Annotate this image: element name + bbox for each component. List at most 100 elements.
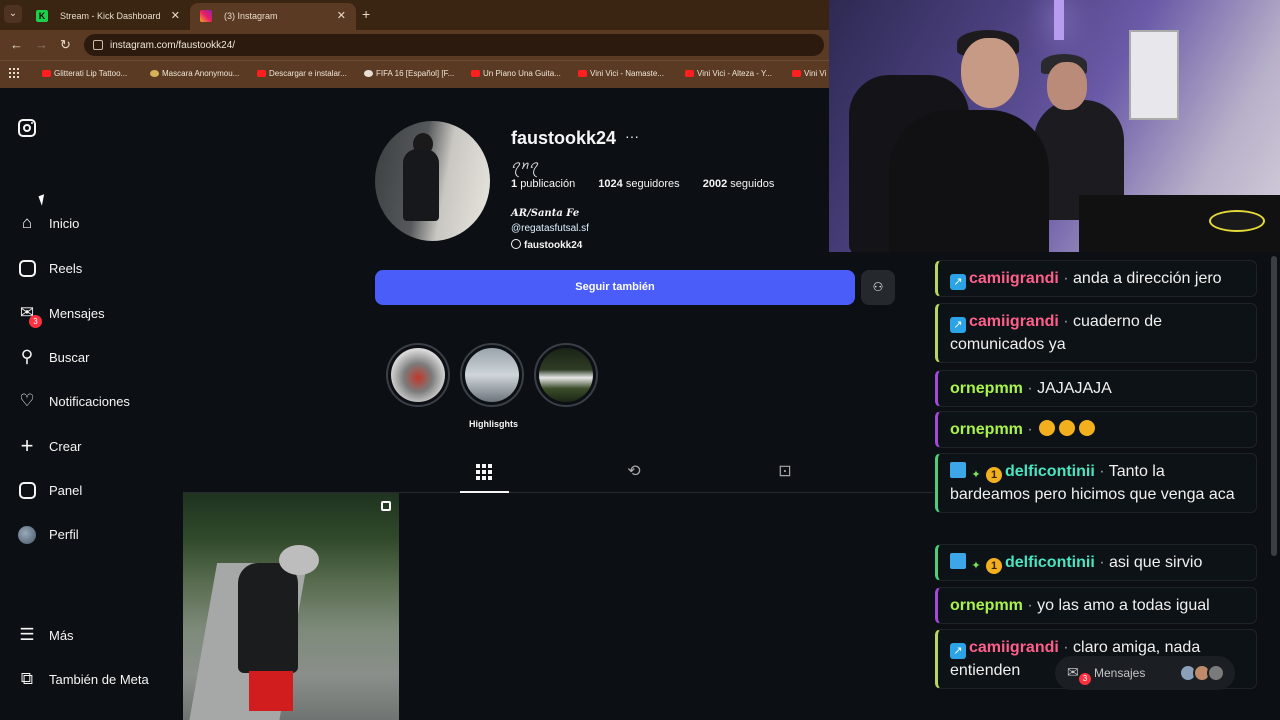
sidebar-item-label: Inicio bbox=[49, 216, 80, 231]
chat-overlay: ↗ camiigrandi · anda a dirección jero ↗ ca… bbox=[935, 257, 1265, 697]
add-person-icon: ⚇ bbox=[872, 280, 884, 294]
tab-reposts[interactable]: ⟲ bbox=[624, 462, 644, 482]
more-options-icon[interactable]: ··· bbox=[625, 128, 639, 144]
sidebar-item-buscar[interactable]: ⚲ Buscar bbox=[16, 342, 176, 372]
chat-message: ✦ 1 delficontinii · asi que sirvio bbox=[935, 544, 1257, 581]
follow-back-button[interactable]: Seguir también bbox=[375, 270, 855, 305]
sidebar-item-label: Notificaciones bbox=[49, 394, 130, 409]
reload-icon[interactable]: ↻ bbox=[60, 37, 71, 53]
bookmark-item[interactable]: Un Piano Una Guita... bbox=[471, 69, 561, 78]
tab-kick-dashboard[interactable]: K Stream - Kick Dashboard ✕ bbox=[26, 3, 190, 30]
story-highlight[interactable] bbox=[534, 343, 598, 407]
instagram-logo-icon[interactable] bbox=[18, 119, 36, 137]
chat-message: ornepmm · yo las amo a todas igual bbox=[935, 587, 1257, 624]
notification-badge: 3 bbox=[29, 315, 42, 328]
highlight-label: Highlisghts bbox=[469, 419, 518, 429]
youtube-icon bbox=[792, 70, 801, 77]
tab-posts[interactable] bbox=[474, 462, 494, 482]
bookmark-item[interactable]: Vini Vici - Alteza - Y... bbox=[685, 69, 772, 78]
apps-grid-icon[interactable] bbox=[9, 68, 19, 78]
youtube-icon bbox=[578, 70, 587, 77]
plus-icon: + bbox=[20, 433, 34, 458]
sidebar-item-label: Más bbox=[49, 628, 74, 643]
tab-instagram[interactable]: (3) Instagram ✕ bbox=[190, 3, 356, 30]
profile-picture[interactable] bbox=[375, 121, 490, 241]
address-bar[interactable]: instagram.com/faustookk24/ bbox=[84, 34, 824, 56]
bookmark-item[interactable]: FIFA 16 [Español] [F... bbox=[364, 69, 454, 78]
meta-icon: ⧉ bbox=[20, 669, 34, 688]
forward-icon[interactable]: → bbox=[35, 37, 48, 52]
sidebar-item-tambien-de-meta[interactable]: ⧉ También de Meta bbox=[16, 664, 176, 694]
story-highlight[interactable] bbox=[386, 343, 450, 407]
sidebar-item-crear[interactable]: + Crear bbox=[16, 431, 176, 461]
repost-icon: ⟲ bbox=[627, 463, 641, 480]
one-badge-icon: 1 bbox=[986, 558, 1002, 574]
sidebar-item-reels[interactable]: Reels bbox=[16, 253, 176, 283]
reels-icon bbox=[19, 260, 36, 277]
star-badge-icon: ✦ bbox=[971, 560, 981, 572]
bookmark-item[interactable]: Descargar e instalar... bbox=[257, 69, 347, 78]
star-badge-icon: ✦ bbox=[971, 469, 981, 481]
followers-count[interactable]: 1024 seguidores bbox=[598, 178, 689, 190]
sad-emote-icon bbox=[1079, 420, 1096, 436]
sidebar-item-perfil[interactable]: Perfil bbox=[16, 519, 176, 549]
bio-location: AR/Santa Fe bbox=[511, 208, 580, 219]
sad-emote-icon bbox=[1059, 420, 1076, 436]
following-count[interactable]: 2002 seguidos bbox=[703, 178, 785, 190]
bio-link[interactable]: @regatasfutsal.sf bbox=[511, 223, 589, 234]
sidebar-item-label: También de Meta bbox=[49, 672, 149, 687]
share-badge-icon: ↗ bbox=[950, 643, 966, 659]
kick-icon: K bbox=[36, 10, 48, 22]
bookmark-favicon-icon bbox=[150, 70, 159, 77]
profile-username: faustookk24 bbox=[511, 128, 617, 148]
youtube-icon bbox=[471, 70, 480, 77]
menu-icon: ☰ bbox=[19, 625, 35, 644]
sidebar-item-mensajes[interactable]: ✉ 3 Mensajes bbox=[16, 298, 176, 328]
share-badge-icon: ↗ bbox=[950, 274, 966, 290]
bookmark-item[interactable]: Vini Vici - Namaste... bbox=[578, 69, 664, 78]
tagged-icon: ⊡ bbox=[778, 463, 792, 480]
grid-icon bbox=[476, 464, 492, 480]
youtube-icon bbox=[42, 70, 51, 77]
url-text: instagram.com/faustookk24/ bbox=[110, 40, 236, 51]
close-tab-icon[interactable]: ✕ bbox=[171, 9, 180, 22]
sidebar-item-panel[interactable]: Panel bbox=[16, 475, 176, 505]
suggested-users-button[interactable]: ⚇ bbox=[861, 270, 895, 305]
tab-bar: ⌄ K Stream - Kick Dashboard ✕ (3) Instag… bbox=[0, 0, 830, 30]
sidebar-item-mas[interactable]: ☰ Más bbox=[16, 620, 176, 650]
sidebar-item-notificaciones[interactable]: ♡ Notificaciones bbox=[16, 386, 176, 416]
new-tab-button[interactable]: + bbox=[362, 6, 370, 22]
bookmark-item[interactable]: Glitterati Lip Tattoo... bbox=[42, 69, 127, 78]
close-tab-icon[interactable]: ✕ bbox=[337, 9, 346, 22]
bookmarks-bar: Glitterati Lip Tattoo... Mascara Anonymo… bbox=[0, 60, 830, 88]
chat-message: ↗ camiigrandi · cuaderno de comunicados y… bbox=[935, 303, 1257, 363]
sidebar: ⌂ Inicio Reels ✉ 3 Mensajes ⚲ Buscar ♡ N… bbox=[0, 88, 180, 720]
bookmark-item[interactable]: Vini Vi bbox=[792, 69, 826, 78]
cube-badge-icon bbox=[950, 553, 966, 569]
browser-chrome: ⌄ K Stream - Kick Dashboard ✕ (3) Instag… bbox=[0, 0, 830, 88]
post-thumbnail[interactable] bbox=[183, 493, 399, 720]
messages-bar[interactable]: ✉ 3 Mensajes bbox=[1055, 656, 1235, 690]
bookmark-favicon-icon bbox=[364, 70, 373, 77]
tab-search-icon[interactable]: ⌄ bbox=[4, 5, 22, 23]
active-tab-indicator bbox=[460, 491, 509, 493]
notification-badge: 3 bbox=[1079, 673, 1091, 685]
back-icon[interactable]: ← bbox=[10, 37, 23, 52]
carousel-icon bbox=[381, 501, 391, 511]
avatar bbox=[1207, 664, 1225, 682]
threads-link[interactable]: faustookk24 bbox=[511, 239, 582, 251]
site-info-icon[interactable] bbox=[93, 40, 103, 50]
bookmark-item[interactable]: Mascara Anonymou... bbox=[150, 69, 239, 78]
sidebar-item-inicio[interactable]: ⌂ Inicio bbox=[16, 208, 176, 238]
chat-scrollbar[interactable] bbox=[1271, 256, 1277, 556]
youtube-icon bbox=[257, 70, 266, 77]
chat-message: ornepmm · bbox=[935, 411, 1257, 448]
threads-icon bbox=[511, 239, 521, 249]
posts-count: 1 publicación bbox=[511, 178, 576, 190]
instagram-icon bbox=[200, 10, 212, 22]
tab-title: Stream - Kick Dashboard bbox=[60, 11, 161, 21]
webcam-overlay bbox=[829, 0, 1280, 252]
tab-tagged[interactable]: ⊡ bbox=[775, 462, 795, 482]
story-highlight[interactable] bbox=[460, 343, 524, 407]
sidebar-item-label: Buscar bbox=[49, 350, 90, 365]
